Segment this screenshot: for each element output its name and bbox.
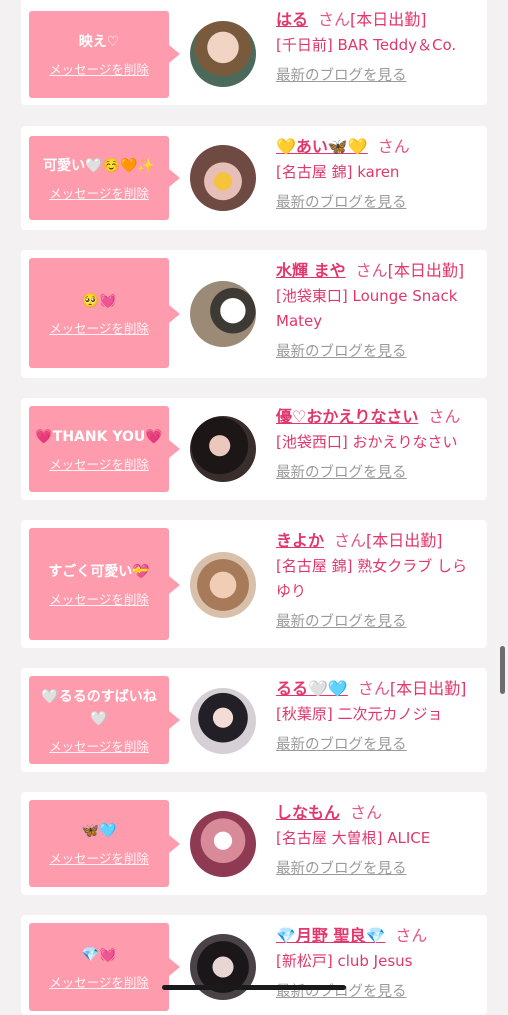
message-card: 映え♡ メッセージを削除 はる さん[本日出勤] [千日前] BAR Teddy＆… [21,0,487,105]
honorific: さん [334,531,367,550]
avatar[interactable] [190,688,256,754]
delete-message-link[interactable]: メッセージを削除 [49,454,149,473]
bubble-arrow [169,835,180,853]
profile-name-link[interactable]: るる🤍🩵 [276,679,348,698]
latest-blog-link[interactable]: 最新のブログを見る [276,64,407,85]
profile-name-link[interactable]: 💛あい🦋💛 [276,137,368,156]
message-card: 🦋🩵 メッセージを削除 しなもん さん [名古屋 大曽根] ALICE 最新のブロ… [21,792,487,895]
profile-name-link[interactable]: 優♡おかえりなさい [276,407,418,426]
bubble-arrow [169,45,180,63]
avatar[interactable] [190,21,256,87]
profile-name-link[interactable]: きよか [276,531,324,550]
message-text: 🦋🩵 [81,823,117,839]
honorific: さん [395,926,428,945]
delete-message-link[interactable]: メッセージを削除 [49,848,149,867]
shop-name: [新松戸] club Jesus [276,952,413,970]
shop-name: [名古屋 錦] karen [276,163,400,181]
message-card: 💎💓 メッセージを削除 💎月野 聖良💎 さん [新松戸] club Jesus 最… [21,915,487,1015]
message-bubble: 💗THANK YOU💗 メッセージを削除 [29,406,169,492]
honorific: さん [428,407,461,426]
delete-message-link[interactable]: メッセージを削除 [49,972,149,991]
message-bubble: 🦋🩵 メッセージを削除 [29,800,169,887]
avatar[interactable] [190,281,256,347]
message-card: 💗THANK YOU💗 メッセージを削除 優♡おかえりなさい さん [池袋西口] … [21,398,487,500]
message-text: 🥺💓 [81,292,117,309]
profile-info: はる さん[本日出勤] [千日前] BAR Teddy＆Co. 最新のブログを見る [276,7,481,85]
latest-blog-link[interactable]: 最新のブログを見る [276,461,407,482]
avatar[interactable] [190,552,256,618]
latest-blog-link[interactable]: 最新のブログを見る [276,610,407,631]
profile-name-link[interactable]: はる [276,10,308,29]
honorific: さん [357,679,390,698]
message-bubble: 可愛い🤍☺️🧡✨ メッセージを削除 [29,136,169,220]
bubble-arrow [169,576,180,594]
profile-info: るる🤍🩵 さん[本日出勤] [秋葉原] 二次元カノジョ 最新のブログを見る [276,676,481,754]
message-bubble: 🥺💓 メッセージを削除 [29,258,169,368]
work-status: [本日出勤] [366,531,443,550]
delete-message-link[interactable]: メッセージを削除 [49,318,149,337]
honorific: さん [318,10,351,29]
bubble-arrow [169,958,180,976]
bubble-arrow [169,711,180,729]
message-text: 💎💓 [81,946,117,963]
message-card: 🤍るるのすばいね🤍 メッセージを削除 るる🤍🩵 さん[本日出勤] [秋葉原] 二次… [21,668,487,772]
message-card: すごく可愛い💝 メッセージを削除 きよか さん[本日出勤] [名古屋 錦] 熟女ク… [21,520,487,648]
message-bubble: すごく可愛い💝 メッセージを削除 [29,528,169,640]
shop-name: [秋葉原] 二次元カノジョ [276,705,443,723]
latest-blog-link[interactable]: 最新のブログを見る [276,980,407,1001]
avatar[interactable] [190,811,256,877]
message-bubble: 映え♡ メッセージを削除 [29,11,169,98]
home-indicator[interactable] [162,985,346,990]
honorific: さん [377,137,410,156]
message-text: 映え♡ [78,34,120,50]
profile-name-link[interactable]: 水輝 まや [276,261,346,280]
latest-blog-link[interactable]: 最新のブログを見る [276,340,407,361]
bubble-arrow [169,440,180,458]
latest-blog-link[interactable]: 最新のブログを見る [276,733,407,754]
message-card: 可愛い🤍☺️🧡✨ メッセージを削除 💛あい🦋💛 さん [名古屋 錦] karen … [21,126,487,230]
shop-name: [名古屋 錦] 熟女クラブ しらゆり [276,557,468,600]
profile-info: 優♡おかえりなさい さん [池袋西口] おかえりなさい 最新のブログを見る [276,404,481,482]
message-text: 💗THANK YOU💗 [35,428,163,445]
shop-name: [池袋西口] おかえりなさい [276,433,458,451]
profile-info: きよか さん[本日出勤] [名古屋 錦] 熟女クラブ しらゆり 最新のブログを見る [276,528,481,631]
profile-info: 💛あい🦋💛 さん [名古屋 錦] karen 最新のブログを見る [276,134,481,212]
message-text: 🤍るるのすばいね🤍 [41,688,157,727]
delete-message-link[interactable]: メッセージを削除 [49,589,149,608]
profile-info: しなもん さん [名古屋 大曽根] ALICE 最新のブログを見る [276,800,481,878]
message-text: すごく可愛い💝 [48,563,150,580]
bubble-arrow [169,169,180,187]
delete-message-link[interactable]: メッセージを削除 [49,736,149,755]
message-bubble: 🤍るるのすばいね🤍 メッセージを削除 [29,676,169,764]
delete-message-link[interactable]: メッセージを削除 [49,59,149,78]
profile-info: 水輝 まや さん[本日出勤] [池袋東口] Lounge Snack Matey … [276,258,481,361]
latest-blog-link[interactable]: 最新のブログを見る [276,857,407,878]
shop-name: [池袋東口] Lounge Snack Matey [276,287,458,330]
honorific: さん [350,803,383,822]
work-status: [本日出勤] [389,679,467,698]
avatar[interactable] [190,145,256,211]
message-text: 可愛い🤍☺️🧡✨ [43,157,155,174]
delete-message-link[interactable]: メッセージを削除 [49,183,149,202]
work-status: [本日出勤] [350,10,427,29]
profile-name-link[interactable]: 💎月野 聖良💎 [276,926,385,945]
message-card: 🥺💓 メッセージを削除 水輝 まや さん[本日出勤] [池袋東口] Lounge … [21,250,487,378]
latest-blog-link[interactable]: 最新のブログを見る [276,191,407,212]
avatar[interactable] [190,934,256,1000]
shop-name: [名古屋 大曽根] ALICE [276,829,431,847]
bubble-arrow [169,305,180,323]
shop-name: [千日前] BAR Teddy＆Co. [276,36,457,54]
honorific: さん [355,261,388,280]
message-bubble: 💎💓 メッセージを削除 [29,923,169,1011]
work-status: [本日出勤] [387,261,465,280]
avatar[interactable] [190,416,256,482]
profile-name-link[interactable]: しなもん [276,803,340,822]
scrollbar[interactable] [500,646,505,694]
